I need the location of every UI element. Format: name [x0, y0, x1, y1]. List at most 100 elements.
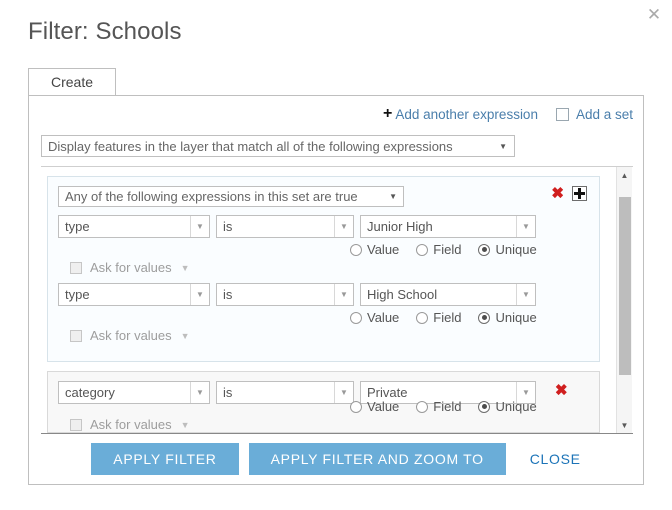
- scrollbar-thumb[interactable]: [619, 197, 631, 375]
- checkbox-icon: [70, 262, 82, 274]
- field-select[interactable]: type ▼: [58, 215, 210, 238]
- radio-field-label: Field: [433, 399, 461, 414]
- field-value: category: [59, 385, 190, 400]
- close-button[interactable]: CLOSE: [530, 451, 581, 467]
- close-icon[interactable]: ✕: [644, 5, 664, 25]
- expression-row: type ▼ is ▼ Junior High ▼: [48, 215, 599, 283]
- set-actions: ✖: [551, 186, 587, 201]
- plus-icon: +: [383, 106, 392, 122]
- page-title: Filter: Schools: [28, 18, 182, 46]
- checkbox-icon: [70, 419, 82, 431]
- scroll-down-icon[interactable]: ▼: [617, 417, 632, 433]
- field-value: type: [59, 219, 190, 234]
- add-a-set-label: Add a set: [576, 107, 633, 122]
- chevron-down-icon: ▼: [190, 382, 209, 403]
- chevron-down-icon: ▼: [499, 142, 514, 151]
- radio-icon: [350, 401, 362, 413]
- chevron-down-icon: ▼: [389, 192, 403, 201]
- chevron-down-icon: ▼: [181, 420, 190, 430]
- value-source-radios: Value Field Unique: [350, 242, 537, 257]
- expressions-scroll-region: Any of the following expressions in this…: [41, 166, 633, 434]
- radio-unique[interactable]: Unique: [478, 399, 536, 414]
- value-value: Junior High: [361, 219, 516, 234]
- filter-dialog: ✕ Filter: Schools Create + Add another e…: [0, 0, 672, 510]
- ask-for-values-label: Ask for values: [90, 417, 172, 432]
- delete-expression-icon[interactable]: ✖: [555, 383, 568, 398]
- tab-strip: Create: [28, 68, 644, 96]
- radio-value[interactable]: Value: [350, 399, 399, 414]
- radio-field[interactable]: Field: [416, 399, 461, 414]
- chevron-down-icon: ▼: [334, 284, 353, 305]
- radio-field-label: Field: [433, 310, 461, 325]
- radio-unique[interactable]: Unique: [478, 242, 536, 257]
- radio-icon: [416, 244, 428, 256]
- add-a-set-checkbox[interactable]: Add a set: [556, 107, 633, 122]
- radio-unique-label: Unique: [495, 242, 536, 257]
- operator-select[interactable]: is ▼: [216, 215, 354, 238]
- set-mode-select[interactable]: Any of the following expressions in this…: [58, 186, 404, 207]
- radio-icon: [416, 401, 428, 413]
- radio-value-label: Value: [367, 399, 399, 414]
- radio-value-label: Value: [367, 310, 399, 325]
- radio-value[interactable]: Value: [350, 310, 399, 325]
- chevron-down-icon: ▼: [181, 263, 190, 273]
- chevron-down-icon: ▼: [516, 216, 535, 237]
- field-value: type: [59, 287, 190, 302]
- value-select[interactable]: High School ▼: [360, 283, 536, 306]
- ask-for-values-label: Ask for values: [90, 260, 172, 275]
- expressions-scrollbar[interactable]: ▲ ▼: [616, 167, 632, 433]
- match-mode-select[interactable]: Display features in the layer that match…: [41, 135, 515, 157]
- add-another-expression-label: Add another expression: [395, 107, 538, 122]
- radio-field[interactable]: Field: [416, 310, 461, 325]
- radio-icon-selected: [478, 401, 490, 413]
- apply-filter-and-zoom-button[interactable]: APPLY FILTER AND ZOOM TO: [249, 443, 506, 475]
- ask-for-values-row[interactable]: Ask for values ▼: [70, 328, 190, 343]
- expression-set: Any of the following expressions in this…: [47, 176, 600, 362]
- expression-set-header: Any of the following expressions in this…: [58, 186, 589, 208]
- tab-create[interactable]: Create: [28, 68, 116, 95]
- panel-toolbar: + Add another expression Add a set: [383, 104, 633, 124]
- radio-unique-label: Unique: [495, 310, 536, 325]
- value-select[interactable]: Junior High ▼: [360, 215, 536, 238]
- radio-field-label: Field: [433, 242, 461, 257]
- chevron-down-icon: ▼: [516, 284, 535, 305]
- field-select[interactable]: type ▼: [58, 283, 210, 306]
- filter-panel: + Add another expression Add a set Displ…: [28, 95, 644, 485]
- radio-icon: [350, 244, 362, 256]
- operator-select[interactable]: is ▼: [216, 283, 354, 306]
- delete-set-icon[interactable]: ✖: [551, 186, 564, 201]
- radio-field[interactable]: Field: [416, 242, 461, 257]
- radio-icon-selected: [478, 312, 490, 324]
- radio-value[interactable]: Value: [350, 242, 399, 257]
- apply-filter-button[interactable]: APPLY FILTER: [91, 443, 238, 475]
- ask-for-values-row[interactable]: Ask for values ▼: [70, 417, 190, 432]
- expression-controls: type ▼ is ▼ High School ▼: [58, 283, 599, 307]
- ask-for-values-row[interactable]: Ask for values ▼: [70, 260, 190, 275]
- chevron-down-icon: ▼: [334, 216, 353, 237]
- chevron-down-icon: ▼: [190, 216, 209, 237]
- radio-icon: [350, 312, 362, 324]
- chevron-down-icon: ▼: [181, 331, 190, 341]
- expression-controls: type ▼ is ▼ Junior High ▼: [58, 215, 599, 239]
- add-another-expression-button[interactable]: + Add another expression: [383, 106, 538, 122]
- operator-value: is: [217, 219, 334, 234]
- dialog-footer: APPLY FILTER APPLY FILTER AND ZOOM TO CL…: [29, 434, 643, 484]
- value-source-radios: Value Field Unique: [350, 399, 537, 414]
- field-select[interactable]: category ▼: [58, 381, 210, 404]
- expression-row: type ▼ is ▼ High School ▼: [48, 283, 599, 351]
- operator-value: is: [217, 385, 334, 400]
- radio-icon-selected: [478, 244, 490, 256]
- value-value: Private: [361, 385, 516, 400]
- add-expression-to-set-icon[interactable]: [572, 186, 587, 201]
- checkbox-icon: [70, 330, 82, 342]
- operator-value: is: [217, 287, 334, 302]
- scroll-up-icon[interactable]: ▲: [617, 167, 632, 183]
- radio-unique[interactable]: Unique: [478, 310, 536, 325]
- operator-select[interactable]: is ▼: [216, 381, 354, 404]
- checkbox-icon: [556, 108, 569, 121]
- expressions-list: Any of the following expressions in this…: [41, 167, 616, 434]
- match-mode-value: Display features in the layer that match…: [42, 139, 499, 154]
- chevron-down-icon: ▼: [190, 284, 209, 305]
- expression-row: category ▼ is ▼ Private ▼ ✖: [47, 371, 600, 433]
- radio-value-label: Value: [367, 242, 399, 257]
